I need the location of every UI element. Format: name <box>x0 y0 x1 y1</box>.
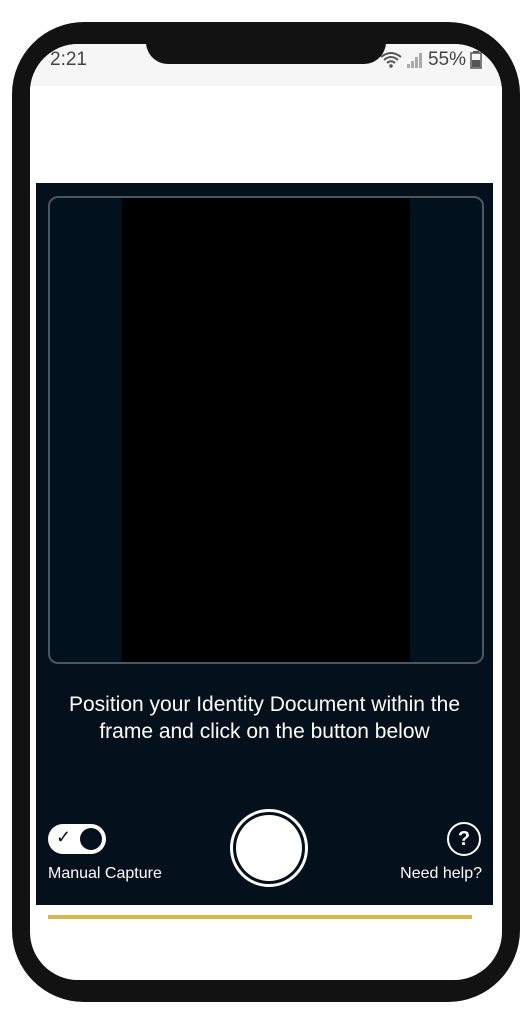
manual-capture-label: Manual Capture <box>48 865 162 882</box>
help-icon[interactable]: ? <box>447 822 481 856</box>
need-help-link[interactable]: Need help? <box>400 865 482 883</box>
check-icon: ✓ <box>56 827 72 847</box>
signal-icon <box>406 53 422 68</box>
camera-preview <box>122 198 410 662</box>
document-capture-panel: Position your Identity Document within t… <box>36 183 493 905</box>
header-area <box>30 86 502 182</box>
capture-button[interactable] <box>230 809 308 887</box>
battery-icon <box>470 51 482 69</box>
phone-screen: 2:21 55% Position your Identity Document… <box>30 44 502 980</box>
wifi-icon <box>380 52 402 68</box>
toggle-knob <box>80 828 102 850</box>
capture-instruction: Position your Identity Document within t… <box>68 693 461 743</box>
phone-notch <box>146 34 386 64</box>
capture-button-inner <box>236 815 302 881</box>
accent-strip <box>48 915 472 919</box>
status-time: 2:21 <box>50 49 87 70</box>
battery-percent: 55% <box>427 49 466 70</box>
manual-capture-toggle[interactable]: ✓ <box>48 824 106 854</box>
status-icons: 55% <box>380 49 482 71</box>
camera-frame <box>48 196 484 664</box>
